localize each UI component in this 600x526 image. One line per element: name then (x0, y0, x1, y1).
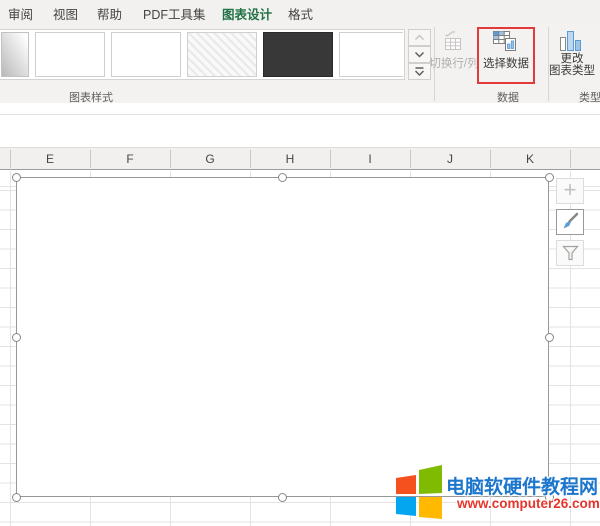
ribbon: 切换行/列 选择数据 更改 图表类型 图表样式 数据 类型 (0, 24, 600, 103)
column-header-I[interactable]: I (330, 152, 410, 166)
group-label-data: 数据 (484, 89, 532, 105)
windows-flag-logo (395, 464, 443, 520)
plus-icon: + (564, 180, 577, 200)
change-chart-type-label-line2: 图表类型 (546, 66, 598, 78)
brush-icon (560, 212, 580, 232)
chart-handle-middle-left[interactable] (12, 333, 21, 342)
more-styles-icon (414, 67, 425, 77)
column-divider (410, 150, 411, 168)
column-divider (250, 150, 251, 168)
group-label-chart-styles: 图表样式 (61, 89, 121, 105)
tab-review[interactable]: 审阅 (8, 4, 33, 23)
chart-canvas[interactable] (16, 177, 549, 497)
column-header-F[interactable]: F (90, 152, 170, 166)
group-label-type: 类型 (566, 89, 600, 105)
column-header-K[interactable]: K (490, 152, 570, 166)
ribbon-bottom-border (0, 114, 600, 115)
chart-style-thumbnail-1[interactable] (1, 32, 29, 77)
chart-styles-gallery (0, 29, 405, 80)
down-arrow-icon (414, 51, 425, 58)
gallery-more-styles-button[interactable] (408, 63, 431, 80)
tab-pdf-tools[interactable]: PDF工具集 (143, 4, 206, 23)
column-header-J[interactable]: J (410, 152, 490, 166)
chart-style-thumbnail-4[interactable] (187, 32, 257, 77)
gallery-scroll-down-button[interactable] (408, 46, 431, 63)
watermark: 电脑软硬件教程网 www.computer26.com (395, 461, 600, 523)
chart-style-thumbnail-6[interactable] (339, 32, 403, 77)
chart-style-thumbnail-3[interactable] (111, 32, 181, 77)
gallery-scroll-up-button[interactable] (408, 29, 431, 46)
column-divider (570, 150, 571, 168)
column-header-H[interactable]: H (250, 152, 330, 166)
chart-style-button[interactable] (556, 209, 584, 235)
chart-elements-button[interactable]: + (556, 178, 584, 204)
ribbon-tab-bar: 审阅 视图 帮助 PDF工具集 图表设计 格式 (0, 0, 600, 24)
chart-filters-button[interactable] (556, 240, 584, 266)
chart-handle-middle-right[interactable] (545, 333, 554, 342)
column-divider (490, 150, 491, 168)
watermark-site-name: 电脑软硬件教程网 (446, 472, 598, 499)
column-header-E[interactable]: E (10, 152, 90, 166)
highlight-box (477, 27, 535, 84)
watermark-site-url: www.computer26.com (457, 496, 600, 511)
chart-handle-bottom-middle[interactable] (278, 493, 287, 502)
switch-row-column-label: 切换行/列 (429, 55, 479, 71)
chart-style-thumbnail-2[interactable] (35, 32, 105, 77)
column-divider (90, 150, 91, 168)
column-divider (330, 150, 331, 168)
column-divider (170, 150, 171, 168)
funnel-icon (561, 244, 580, 262)
tab-help[interactable]: 帮助 (97, 4, 122, 23)
column-header-G[interactable]: G (170, 152, 250, 166)
chart-handle-top-right[interactable] (545, 173, 554, 182)
chart-handle-top-middle[interactable] (278, 173, 287, 182)
chart-style-thumbnail-5[interactable] (263, 32, 333, 77)
grid-swap-icon (440, 30, 465, 53)
tab-view[interactable]: 视图 (53, 4, 78, 23)
column-header-row: E F G H I J K (0, 147, 600, 170)
column-divider (10, 150, 11, 168)
chart-handle-bottom-left[interactable] (12, 493, 21, 502)
tab-format[interactable]: 格式 (288, 4, 313, 23)
chart-handle-top-left[interactable] (12, 173, 21, 182)
change-chart-type-label-line1: 更改 (546, 54, 598, 66)
gallery-scroll-column (408, 29, 431, 80)
change-chart-type-icon (557, 29, 583, 53)
up-arrow-icon (414, 34, 425, 41)
